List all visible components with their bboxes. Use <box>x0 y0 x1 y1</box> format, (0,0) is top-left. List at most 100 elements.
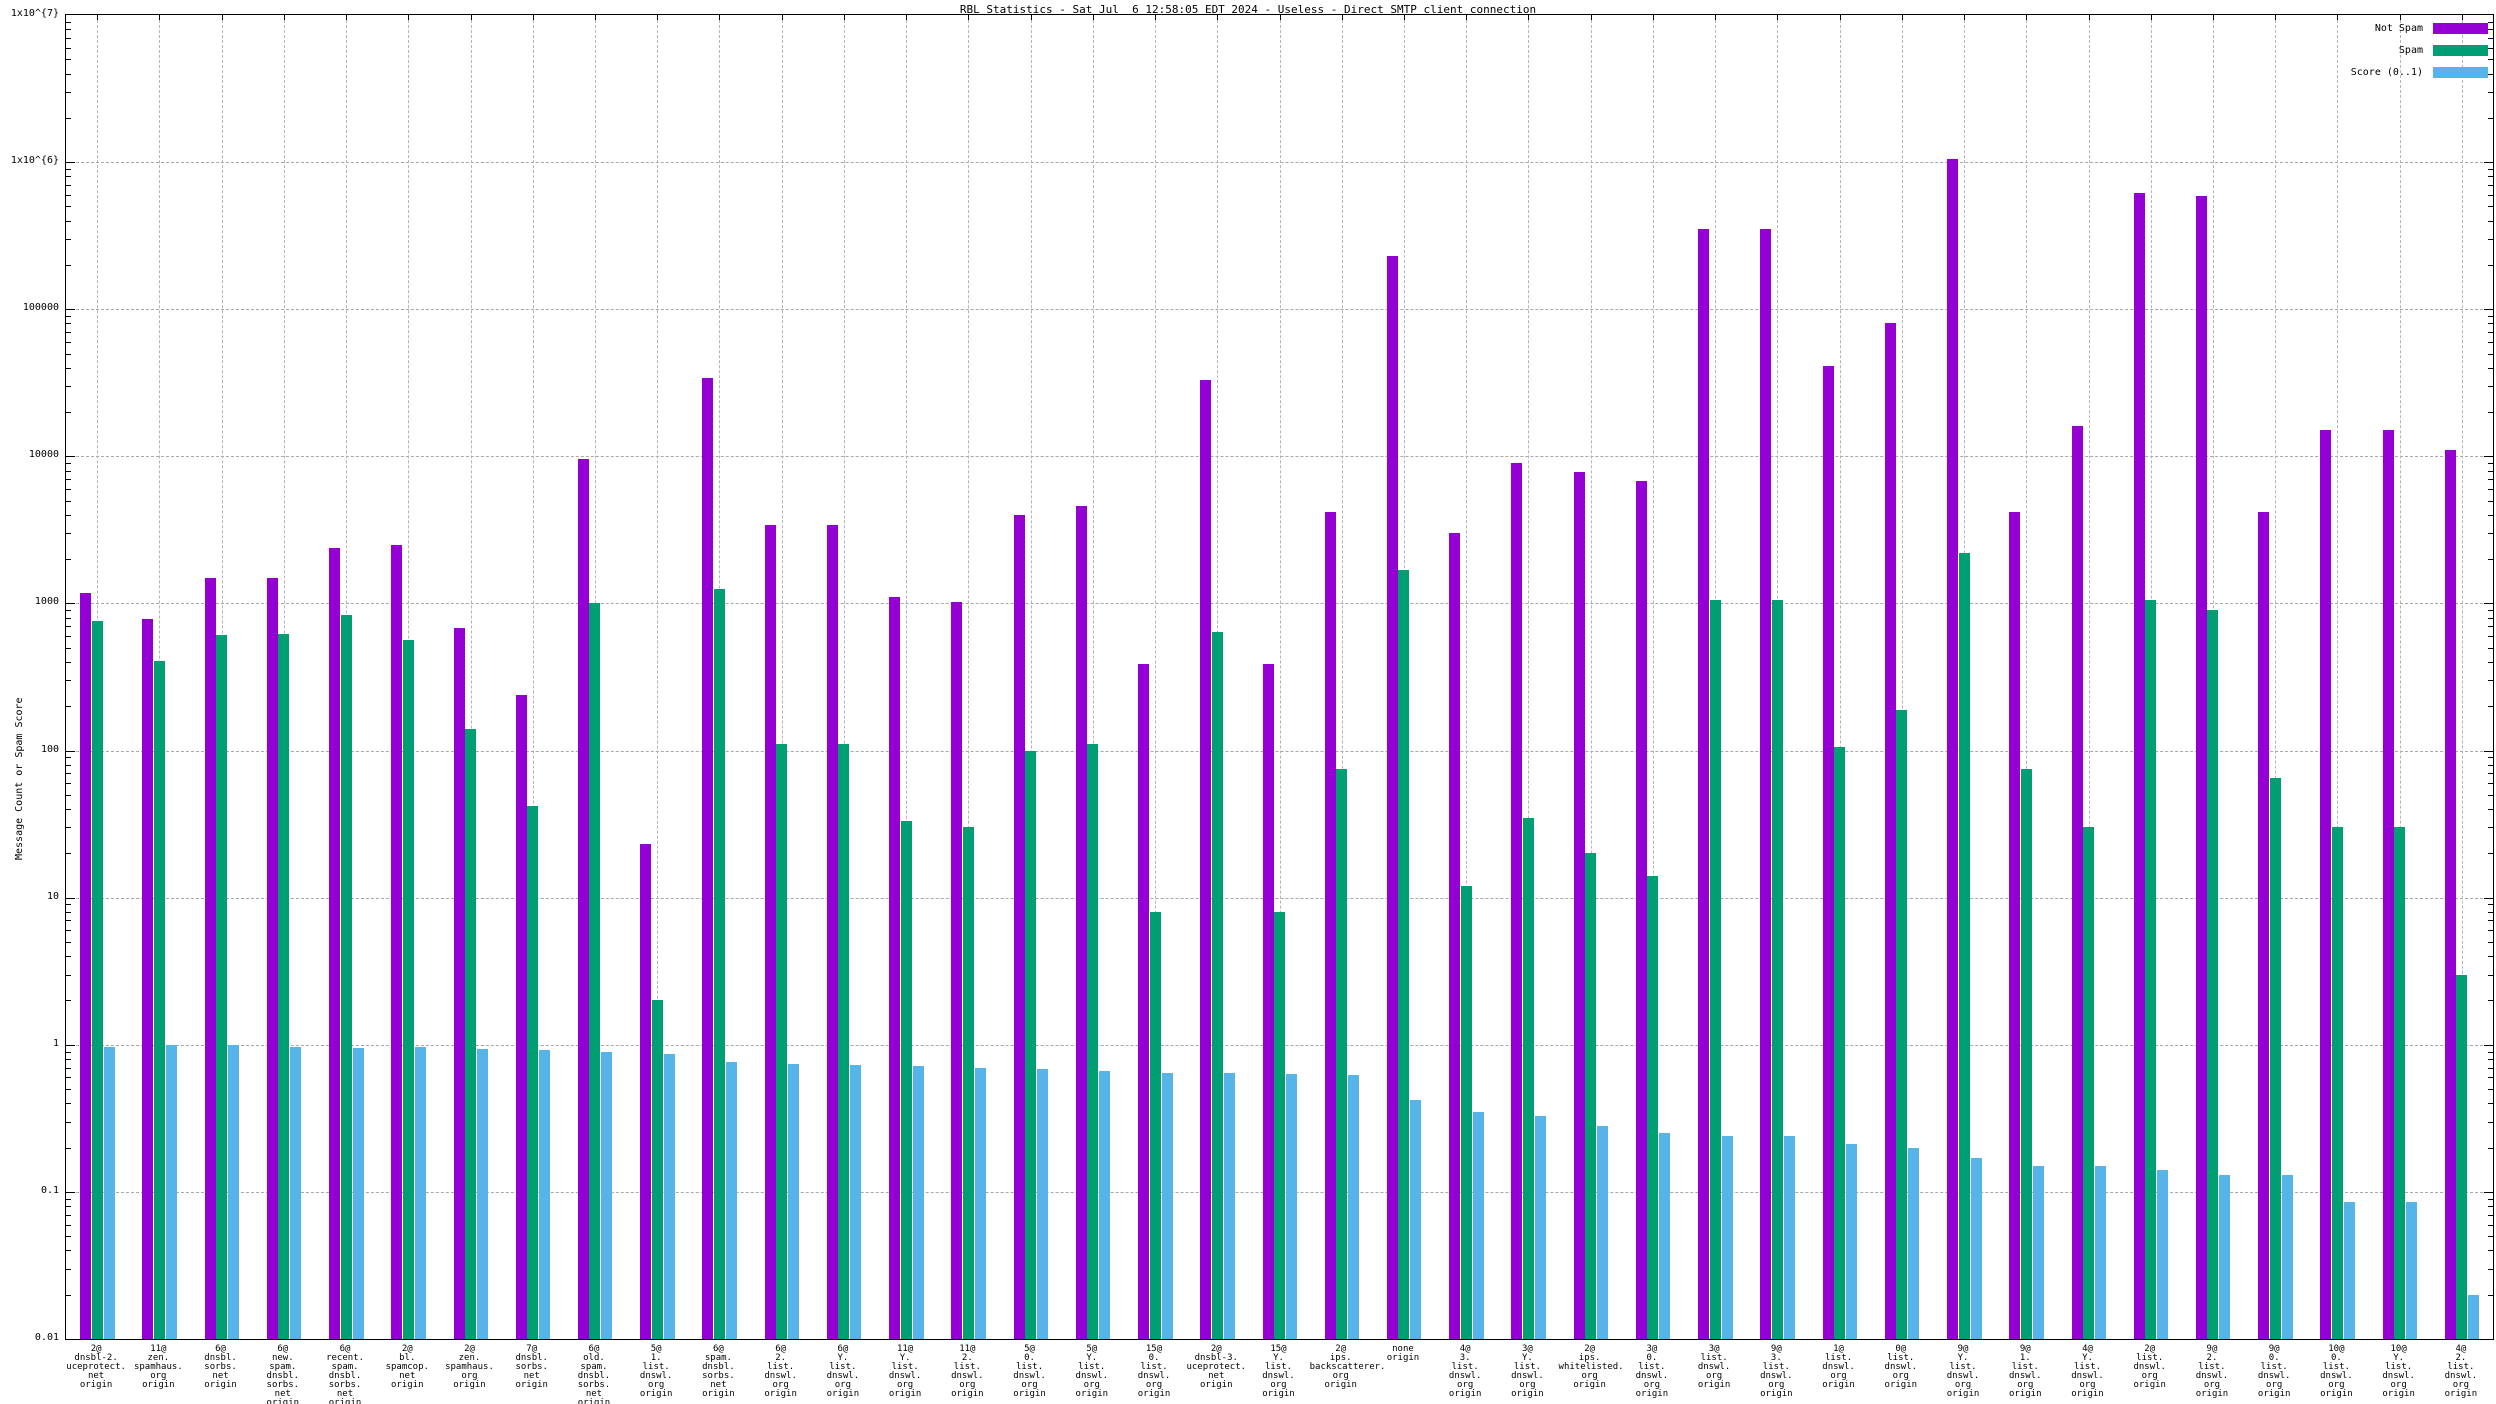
y-minor-tick-right <box>2488 37 2493 39</box>
x-category-label: 15@ Y. list. dnswl. org origin <box>1262 1344 1295 1399</box>
bar-score <box>1348 1075 1360 1339</box>
y-minor-tick-right <box>2488 930 2493 932</box>
y-minor-tick-right <box>2488 184 2493 186</box>
y-tick-label: 10 <box>46 890 59 902</box>
x-category-label: 6@ Y. list. dnswl. org origin <box>826 1344 860 1399</box>
x-tick-top <box>1777 15 1779 20</box>
bar-not-spam <box>204 577 216 1339</box>
x-category-label: 6@ spam. dnsbl. sorbs. net origin <box>702 1344 735 1399</box>
y-major-tick-left <box>66 1044 75 1046</box>
x-tick-top <box>2088 15 2090 20</box>
x-category-label: 6@ 2. list. dnswl. org origin <box>764 1344 797 1399</box>
legend-swatch <box>2433 66 2488 78</box>
bar-not-spam <box>2444 450 2456 1339</box>
y-minor-tick-right <box>2488 1214 2493 1216</box>
x-category-label: 6@ new. spam. dnsbl. sorbs. net origin <box>266 1344 300 1404</box>
bar-not-spam <box>577 458 589 1339</box>
bar-spam <box>1522 817 1534 1339</box>
y-minor-tick-right <box>2488 59 2493 61</box>
y-minor-tick-right <box>2488 647 2493 649</box>
y-tick-label: 0.1 <box>40 1184 59 1196</box>
bar-spam <box>278 633 290 1339</box>
bar-not-spam <box>889 597 901 1339</box>
y-minor-tick-right <box>2488 911 2493 913</box>
y-minor-tick-right <box>2488 904 2493 906</box>
y-tick-label: 1x10^{7} <box>10 8 59 19</box>
y-minor-tick-right <box>2488 827 2493 829</box>
bar-score <box>2219 1175 2231 1339</box>
y-minor-tick-left <box>66 626 71 628</box>
bar-not-spam <box>1635 480 1647 1339</box>
y-minor-tick-left <box>66 911 71 913</box>
x-tick-top <box>2275 15 2277 20</box>
x-category-label: 10@ 0. list. dnswl. org origin <box>2320 1344 2353 1399</box>
y-minor-tick-right <box>2488 386 2493 388</box>
y-major-tick-right <box>2484 1044 2493 1046</box>
x-category-label: 6@ dnsbl. sorbs. net origin <box>204 1344 237 1390</box>
bar-not-spam <box>1760 229 1772 1339</box>
y-minor-tick-left <box>66 386 71 388</box>
x-tick-top <box>719 15 721 20</box>
bar-not-spam <box>1573 472 1585 1339</box>
y-minor-tick-left <box>66 827 71 829</box>
y-minor-tick-right <box>2488 117 2493 119</box>
bar-spam <box>1460 886 1472 1339</box>
y-minor-tick-left <box>66 661 71 663</box>
bar-not-spam <box>1138 663 1150 1339</box>
y-minor-tick-left <box>66 29 71 31</box>
y-minor-tick-right <box>2488 1236 2493 1238</box>
bar-spam <box>1896 709 1908 1339</box>
y-tick-label: 1x10^{6} <box>10 155 59 167</box>
y-minor-tick-left <box>66 59 71 61</box>
bar-score <box>352 1048 364 1339</box>
bar-score <box>850 1064 862 1339</box>
y-minor-tick-right <box>2488 920 2493 922</box>
y-minor-tick-right <box>2488 1268 2493 1270</box>
bar-score <box>1472 1111 1484 1339</box>
y-minor-tick-left <box>66 470 71 472</box>
y-minor-tick-left <box>66 1059 71 1061</box>
x-category-label: 1@ list. dnswl. org origin <box>1822 1344 1855 1390</box>
y-major-tick-right <box>2484 603 2493 605</box>
y-minor-tick-right <box>2488 73 2493 75</box>
bar-spam <box>1149 911 1161 1339</box>
bar-score <box>103 1046 115 1339</box>
y-tick-label: 1000 <box>34 596 59 608</box>
bar-score <box>290 1046 302 1339</box>
bar-score <box>1597 1126 1609 1339</box>
y-major-tick-right <box>2484 897 2493 899</box>
x-tick-top <box>1155 15 1157 20</box>
y-minor-tick-right <box>2488 974 2493 976</box>
bar-not-spam <box>2382 430 2394 1339</box>
y-minor-tick-left <box>66 73 71 75</box>
bar-spam <box>1834 747 1846 1339</box>
x-tick-top <box>408 15 410 20</box>
bar-score <box>1286 1074 1297 1339</box>
y-minor-tick-left <box>66 706 71 708</box>
y-minor-tick-left <box>66 1147 71 1149</box>
y-major-tick-left <box>66 1191 75 1193</box>
y-minor-tick-left <box>66 315 71 317</box>
legend-swatch <box>2433 44 2488 56</box>
y-minor-tick-left <box>66 194 71 196</box>
bar-spam <box>713 589 725 1339</box>
y-minor-tick-right <box>2488 1067 2493 1069</box>
x-tick-top <box>532 15 534 20</box>
y-minor-tick-left <box>66 1224 71 1226</box>
x-tick-top <box>843 15 845 20</box>
bar-not-spam <box>1200 380 1212 1339</box>
x-category-label: 2@ list. dnswl. org origin <box>2133 1344 2166 1390</box>
y-minor-tick-left <box>66 1236 71 1238</box>
bar-score <box>477 1049 488 1339</box>
y-major-tick-right <box>2484 456 2493 458</box>
bar-score <box>1970 1157 1982 1339</box>
y-minor-tick-left <box>66 1294 71 1296</box>
y-minor-tick-right <box>2488 706 2493 708</box>
x-tick-top <box>1030 15 1032 20</box>
x-tick-top <box>1652 15 1654 20</box>
x-category-label: 3@ 0. list. dnswl. org origin <box>1635 1344 1669 1399</box>
y-major-tick-right <box>2484 162 2493 164</box>
y-minor-tick-left <box>66 176 71 178</box>
y-minor-tick-right <box>2488 514 2493 516</box>
y-minor-tick-right <box>2488 661 2493 663</box>
